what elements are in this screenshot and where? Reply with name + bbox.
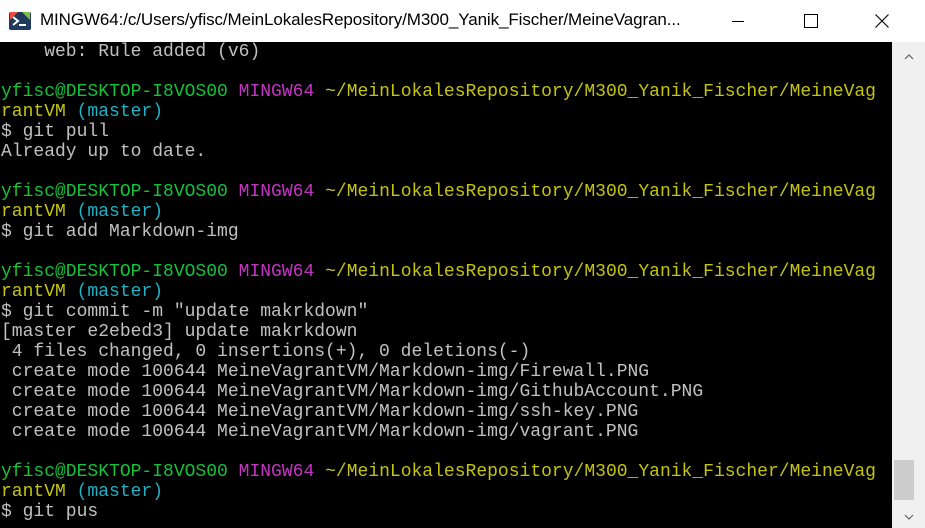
- command-line: $ git add Markdown-img: [1, 222, 239, 242]
- close-icon: [875, 14, 889, 28]
- scroll-up-button[interactable]: [892, 46, 925, 68]
- scroll-down-arrow-icon: [904, 514, 913, 520]
- minimize-icon: [732, 21, 744, 22]
- window-title: MINGW64:/c/Users/yfisc/MeinLokalesReposi…: [40, 10, 681, 29]
- command-line: $ git pus: [1, 502, 99, 522]
- prompt-path: ~/MeinLokalesRepository/M300_Yanik_Fisch…: [325, 262, 876, 282]
- prompt-user-host: yfisc@DESKTOP-I8VOS00: [1, 182, 228, 202]
- title-bar[interactable]: MINGW64:/c/Users/yfisc/MeinLokalesReposi…: [0, 0, 925, 42]
- close-button[interactable]: [859, 0, 905, 42]
- output-line: web: Rule added (v6): [1, 42, 261, 62]
- scroll-up-arrow-icon: [904, 54, 913, 60]
- prompt-path: ~/MeinLokalesRepository/M300_Yanik_Fisch…: [325, 462, 876, 482]
- prompt-line: yfisc@DESKTOP-I8VOS00 MINGW64 ~/MeinLoka…: [1, 82, 876, 102]
- mingw-terminal-icon: [9, 12, 31, 30]
- terminal-window: MINGW64:/c/Users/yfisc/MeinLokalesReposi…: [0, 0, 925, 528]
- minimize-button[interactable]: [715, 0, 761, 42]
- output-line: 4 files changed, 0 insertions(+), 0 dele…: [1, 342, 531, 362]
- prompt-msystem: MINGW64: [238, 182, 315, 202]
- prompt-line: yfisc@DESKTOP-I8VOS00 MINGW64 ~/MeinLoka…: [1, 462, 876, 482]
- scroll-down-button[interactable]: [892, 506, 925, 528]
- command-line: $ git pull: [1, 122, 110, 142]
- output-line: create mode 100644 MeineVagrantVM/Markdo…: [1, 362, 650, 382]
- prompt-branch: (master): [76, 202, 164, 222]
- prompt-line-wrap: rantVM (master): [1, 282, 163, 302]
- output-line: create mode 100644 MeineVagrantVM/Markdo…: [1, 382, 704, 402]
- prompt-line-wrap: rantVM (master): [1, 482, 163, 502]
- command-line: $ git commit -m "update makrkdown": [1, 302, 369, 322]
- prompt-path-end: rantVM: [1, 482, 66, 502]
- prompt-path-end: rantVM: [1, 102, 66, 122]
- output-line: create mode 100644 MeineVagrantVM/Markdo…: [1, 402, 639, 422]
- prompt-line: yfisc@DESKTOP-I8VOS00 MINGW64 ~/MeinLoka…: [1, 262, 876, 282]
- prompt-branch: (master): [76, 102, 164, 122]
- output-line: Already up to date.: [1, 142, 207, 162]
- prompt-user-host: yfisc@DESKTOP-I8VOS00: [1, 262, 228, 282]
- prompt-line-wrap: rantVM (master): [1, 202, 163, 222]
- prompt-branch: (master): [76, 282, 164, 302]
- output-line: create mode 100644 MeineVagrantVM/Markdo…: [1, 422, 639, 442]
- prompt-path: ~/MeinLokalesRepository/M300_Yanik_Fisch…: [325, 82, 876, 102]
- prompt-path-end: rantVM: [1, 282, 66, 302]
- prompt-user-host: yfisc@DESKTOP-I8VOS00: [1, 462, 228, 482]
- maximize-icon: [804, 14, 818, 28]
- prompt-branch: (master): [76, 482, 164, 502]
- prompt-msystem: MINGW64: [238, 462, 315, 482]
- terminal-output[interactable]: web: Rule added (v6) yfisc@DESKTOP-I8VOS…: [0, 42, 892, 528]
- prompt-line: yfisc@DESKTOP-I8VOS00 MINGW64 ~/MeinLoka…: [1, 182, 876, 202]
- prompt-path: ~/MeinLokalesRepository/M300_Yanik_Fisch…: [325, 182, 876, 202]
- scroll-thumb[interactable]: [894, 460, 914, 500]
- output-line: [master e2ebed3] update makrkdown: [1, 322, 358, 342]
- prompt-msystem: MINGW64: [238, 82, 315, 102]
- prompt-msystem: MINGW64: [238, 262, 315, 282]
- maximize-button[interactable]: [788, 0, 834, 42]
- prompt-line-wrap: rantVM (master): [1, 102, 163, 122]
- vertical-scrollbar[interactable]: [892, 42, 925, 528]
- prompt-user-host: yfisc@DESKTOP-I8VOS00: [1, 82, 228, 102]
- prompt-path-end: rantVM: [1, 202, 66, 222]
